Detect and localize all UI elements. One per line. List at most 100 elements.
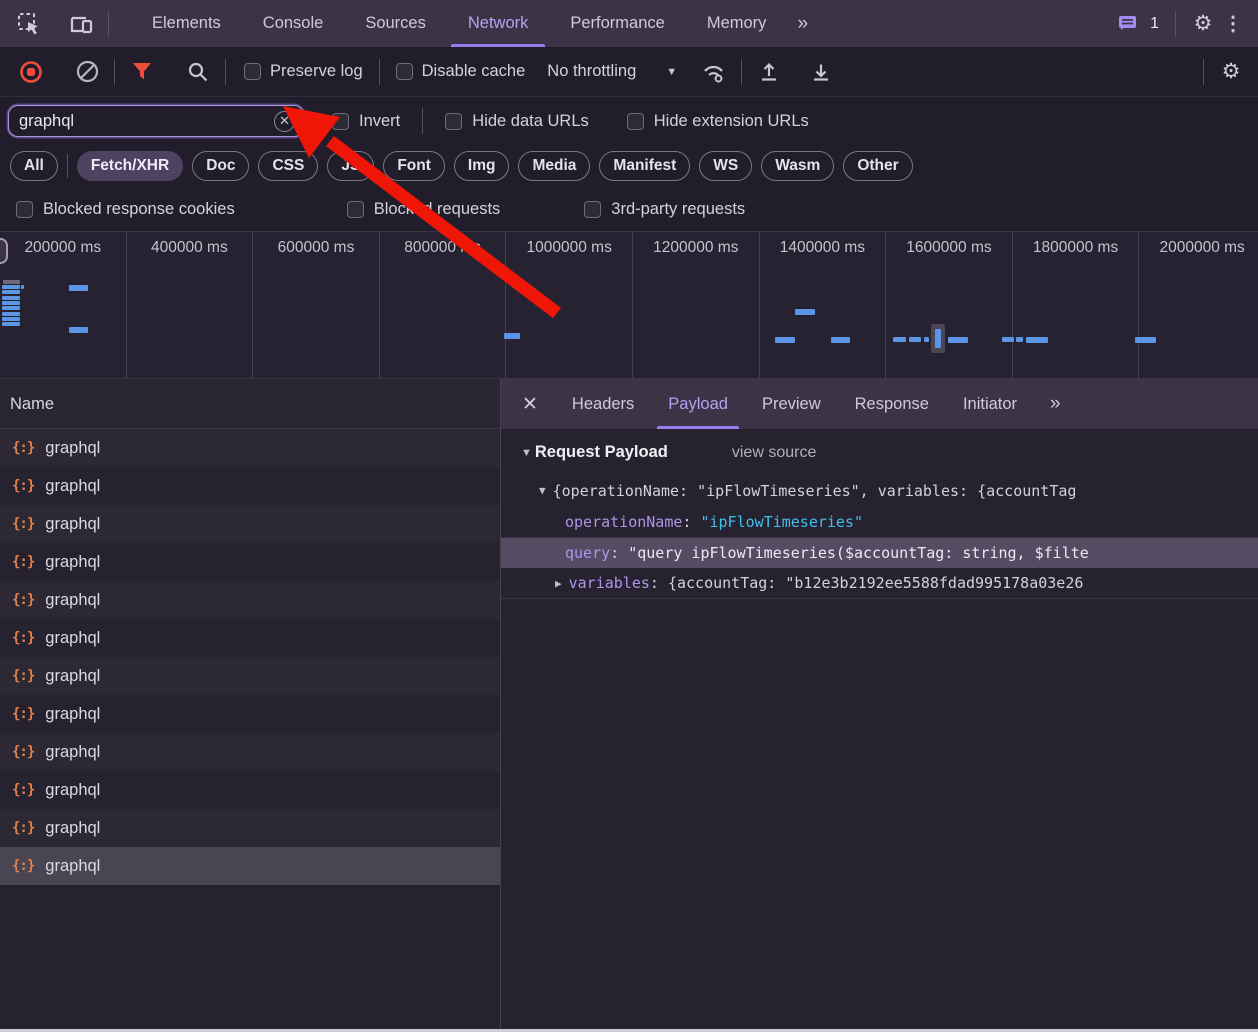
timeline-tick-label: 1200000 ms (653, 239, 739, 256)
request-row-graphql[interactable]: {:} graphql (0, 505, 500, 543)
tab-performance[interactable]: Performance (549, 0, 685, 47)
timeline-request-bar (2, 312, 20, 316)
chip-all[interactable]: All (10, 151, 58, 181)
checkbox[interactable] (445, 112, 463, 130)
more-tabs-button[interactable]: » (787, 0, 818, 47)
filter-input-box[interactable]: ✕ (8, 105, 304, 137)
kebab-menu-icon[interactable]: ⋮ (1218, 9, 1248, 39)
payload-query-row-selected[interactable]: query: "query ipFlowTimeseries($accountT… (501, 537, 1258, 568)
request-row-graphql[interactable]: {:} graphql (0, 695, 500, 733)
filter-input[interactable] (19, 111, 274, 131)
chip-ws[interactable]: WS (699, 151, 753, 181)
collapse-triangle-icon[interactable]: ▶ (555, 577, 562, 590)
close-icon[interactable]: ✕ (501, 379, 555, 429)
export-har-icon[interactable] (806, 57, 836, 87)
chip-doc[interactable]: Doc (192, 151, 250, 181)
chip-js[interactable]: JS (327, 151, 375, 181)
json-object-preview: {accountTag: "b12e3b2192ee5588fdad995178… (667, 574, 1084, 592)
chip-font[interactable]: Font (383, 151, 445, 181)
payload-operation-row[interactable]: operationName: "ipFlowTimeseries" (501, 506, 1258, 537)
search-icon[interactable] (183, 57, 213, 87)
expand-triangle-icon[interactable]: ▼ (539, 484, 546, 497)
timeline-request-bar (831, 337, 850, 343)
3rd-party-requests-checkbox[interactable]: 3rd-party requests (584, 200, 745, 219)
chip-media[interactable]: Media (518, 151, 591, 181)
request-name: graphql (45, 438, 101, 457)
invert-checkbox[interactable]: Invert (332, 112, 400, 131)
request-row-graphql[interactable]: {:} graphql (0, 847, 500, 885)
hide-data-urls-checkbox[interactable]: Hide data URLs (445, 112, 589, 131)
checkbox[interactable] (16, 200, 33, 218)
issues-icon[interactable] (1113, 9, 1143, 39)
request-row-graphql[interactable]: {:} graphql (0, 809, 500, 847)
tab-elements[interactable]: Elements (131, 0, 242, 47)
network-overview-timeline[interactable]: 200000 ms 400000 ms 600000 ms 800000 ms 1000… (0, 231, 1258, 379)
timeline-column: 400000 ms (127, 232, 254, 378)
checkbox[interactable] (626, 112, 644, 130)
request-row-graphql[interactable]: {:} graphql (0, 619, 500, 657)
inspect-element-icon[interactable] (14, 9, 44, 39)
detail-tab-response[interactable]: Response (838, 379, 946, 429)
issues-count: 1 (1150, 14, 1159, 32)
blocked-response-cookies-checkbox[interactable]: Blocked response cookies (16, 200, 235, 219)
chip-other[interactable]: Other (843, 151, 913, 181)
timeline-request-bar (795, 309, 815, 315)
tab-sources[interactable]: Sources (344, 0, 447, 47)
chip-img[interactable]: Img (453, 151, 510, 181)
request-payload-section-header[interactable]: ▼ Request Payload view source (501, 443, 1258, 462)
network-settings-gear-icon[interactable]: ⚙ (1216, 57, 1246, 87)
network-toolbar: Preserve log Disable cache No throttling… (0, 47, 1258, 97)
divider (66, 154, 68, 178)
checkbox[interactable] (346, 200, 364, 218)
disable-cache-checkbox[interactable]: Disable cache (395, 62, 525, 81)
request-row-graphql[interactable]: {:} graphql (0, 429, 500, 467)
view-source-link[interactable]: view source (732, 444, 816, 462)
import-har-icon[interactable] (754, 57, 784, 87)
preserve-log-checkbox[interactable]: Preserve log (244, 62, 363, 81)
payload-root-row[interactable]: ▼ {operationName: "ipFlowTimeseries", va… (501, 475, 1258, 506)
clear-filter-icon[interactable]: ✕ (274, 110, 295, 132)
checkbox[interactable] (244, 63, 261, 80)
detail-tab-preview[interactable]: Preview (745, 379, 838, 429)
settings-gear-icon[interactable]: ⚙ (1188, 9, 1218, 39)
clear-network-log-icon[interactable] (72, 57, 102, 87)
request-row-graphql[interactable]: {:} graphql (0, 657, 500, 695)
timeline-tick-label: 2000000 ms (1159, 239, 1245, 256)
chip-wasm[interactable]: Wasm (761, 151, 835, 181)
blocked-requests-checkbox[interactable]: Blocked requests (346, 200, 500, 219)
network-conditions-icon[interactable] (699, 57, 729, 87)
tab-network[interactable]: Network (447, 0, 550, 47)
chip-manifest[interactable]: Manifest (599, 151, 691, 181)
timeline-column: 1000000 ms (506, 232, 633, 378)
request-row-graphql[interactable]: {:} graphql (0, 543, 500, 581)
more-detail-tabs-button[interactable]: » (1040, 379, 1071, 429)
expand-triangle-icon[interactable]: ▼ (521, 447, 532, 459)
request-row-graphql[interactable]: {:} graphql (0, 581, 500, 619)
tab-console[interactable]: Console (242, 0, 345, 47)
request-row-graphql[interactable]: {:} graphql (0, 771, 500, 809)
filter-icon[interactable] (127, 57, 157, 87)
throttling-select[interactable]: No throttling ▼ (547, 62, 677, 81)
checkbox[interactable] (584, 200, 602, 218)
record-network-log-icon[interactable] (16, 57, 46, 87)
device-toolbar-icon[interactable] (66, 9, 96, 39)
chip-fetch-xhr[interactable]: Fetch/XHR (76, 151, 184, 181)
request-row-graphql[interactable]: {:} graphql (0, 733, 500, 771)
detail-tab-initiator[interactable]: Initiator (946, 379, 1034, 429)
timeline-tick-label: 800000 ms (404, 239, 481, 256)
request-row-graphql[interactable]: {:} graphql (0, 467, 500, 505)
name-column-header[interactable]: Name (0, 379, 500, 429)
hide-extension-urls-checkbox[interactable]: Hide extension URLs (626, 112, 809, 131)
fetch-xhr-icon: {:} (12, 630, 35, 646)
tab-memory[interactable]: Memory (686, 0, 788, 47)
checkbox[interactable] (332, 112, 349, 130)
timeline-scroll-handle[interactable] (0, 238, 8, 264)
checkbox[interactable] (395, 63, 413, 80)
timeline-request-bar (2, 306, 20, 310)
detail-tab-headers[interactable]: Headers (555, 379, 651, 429)
detail-tab-payload[interactable]: Payload (651, 379, 745, 429)
payload-variables-row[interactable]: ▶ variables: {accountTag: "b12e3b2192ee5… (501, 568, 1258, 599)
detail-tabs: Headers Payload Preview Response Initiator (555, 379, 1034, 429)
timeline-request-bar (2, 301, 20, 305)
chip-css[interactable]: CSS (258, 151, 319, 181)
